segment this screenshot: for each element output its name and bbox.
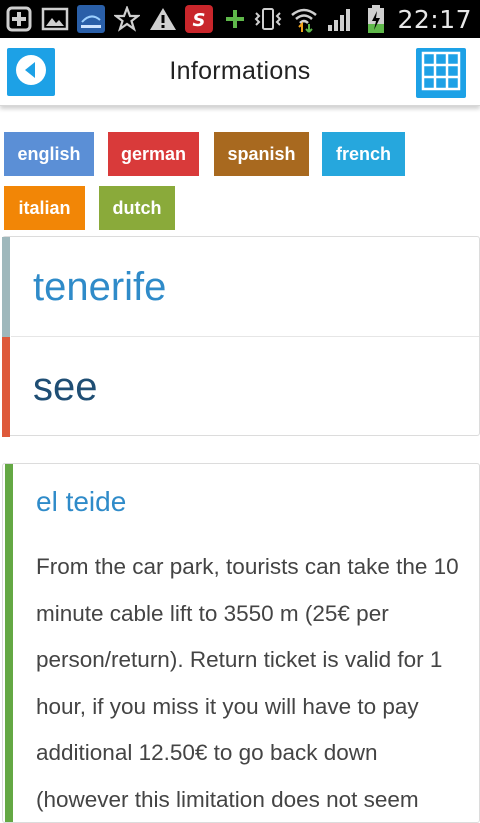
- status-bar: S 22:17: [0, 0, 480, 38]
- place-label: tenerife: [33, 264, 167, 309]
- breadcrumb-place[interactable]: tenerife: [2, 237, 479, 337]
- clock: 22:17: [397, 4, 472, 34]
- app-bar: Informations: [0, 38, 480, 106]
- article-body: From the car park, tourists can take the…: [36, 554, 459, 812]
- menu-grid-button[interactable]: [416, 48, 466, 98]
- star-icon: [112, 4, 142, 34]
- lang-button-german[interactable]: german: [108, 132, 199, 176]
- lang-button-dutch[interactable]: dutch: [99, 186, 175, 230]
- article-color-bar: [5, 464, 13, 822]
- add-icon: [4, 4, 34, 34]
- wifi-icon: [289, 4, 319, 34]
- back-arrow-icon: [13, 52, 49, 93]
- page-title: Informations: [169, 57, 311, 85]
- article-card: el teide From the car park, tourists can…: [2, 463, 480, 823]
- back-button[interactable]: [7, 48, 55, 96]
- category-color-bar: [2, 337, 10, 437]
- signal-icon: [325, 4, 355, 34]
- breadcrumb-card: tenerife see: [2, 236, 480, 437]
- lang-button-spanish[interactable]: spanish: [214, 132, 309, 176]
- app-tile-icon: [76, 4, 106, 34]
- plus-icon: [220, 4, 250, 34]
- article-title: el teide: [36, 486, 127, 517]
- svg-text:S: S: [193, 10, 206, 31]
- category-label: see: [33, 364, 98, 409]
- lang-button-italian[interactable]: italian: [4, 186, 85, 230]
- warning-icon: [148, 4, 178, 34]
- breadcrumb-category[interactable]: see: [2, 337, 479, 437]
- place-color-bar: [2, 237, 10, 337]
- vibrate-icon: [253, 4, 283, 34]
- lang-button-french[interactable]: french: [322, 132, 405, 176]
- app-s-icon: S: [184, 4, 214, 34]
- grid-icon: [421, 51, 461, 96]
- battery-charging-icon: [361, 4, 391, 34]
- image-icon: [40, 4, 70, 34]
- lang-button-english[interactable]: english: [4, 132, 94, 176]
